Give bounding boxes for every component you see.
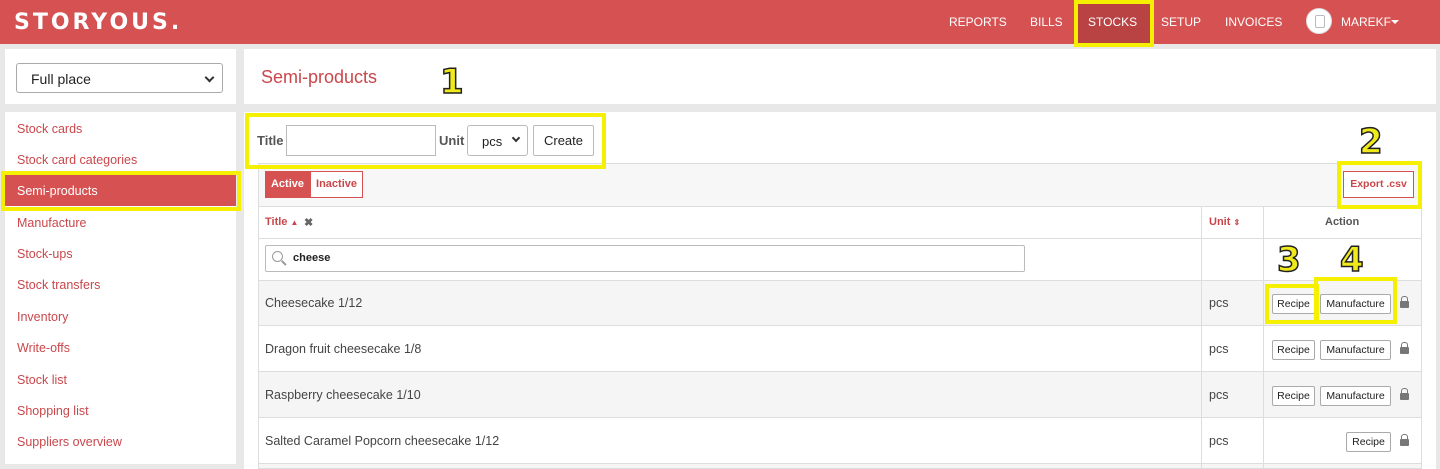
lock-icon[interactable] [1400,388,1409,400]
row-2-title[interactable]: Dragon fruit cheesecake 1/8 [265,342,421,356]
title-panel [244,49,1436,104]
annotation-number-3: 3 [1276,240,1301,280]
user-menu[interactable]: MAREKF [1341,0,1391,44]
row-2-unit: pcs [1209,342,1229,356]
lock-icon[interactable] [1400,342,1409,354]
nav-setup[interactable]: SETUP [1161,0,1201,44]
table-toolbar [259,164,1421,206]
sidebar-item-inventory[interactable]: Inventory [17,310,68,324]
place-select[interactable]: Full place [16,63,223,93]
column-divider [1201,207,1202,469]
sidebar-item-shopping-list[interactable]: Shopping list [17,404,89,418]
column-divider [1263,207,1264,469]
row-2-recipe-button[interactable]: Recipe [1272,340,1315,360]
row-4-unit: pcs [1209,434,1229,448]
sidebar-item-stock-transfers[interactable]: Stock transfers [17,278,100,292]
annotation-number-1: 1 [439,62,464,102]
sidebar-item-stock-list[interactable]: Stock list [17,373,67,387]
row-4-recipe-button[interactable]: Recipe [1346,432,1391,452]
sort-icon: ⇕ [1233,218,1241,227]
annotation-number-2: 2 [1358,122,1383,162]
user-avatar-icon[interactable] [1306,8,1332,34]
title-search-input[interactable] [265,245,1025,272]
top-navbar: STORYOUS. REPORTS BILLS STOCKS SETUP INV… [0,0,1440,44]
unit-label: Unit [439,133,465,148]
filter-inactive-button[interactable]: Inactive [310,171,363,198]
row-1-recipe-button[interactable]: Recipe [1272,294,1315,314]
export-csv-button[interactable]: Export .csv [1343,171,1414,198]
lock-icon[interactable] [1400,296,1409,308]
chevron-down-icon [511,133,521,143]
divider [259,463,1421,464]
sidebar-item-manufacture[interactable]: Manufacture [17,216,86,230]
column-header-action: Action [1325,216,1360,228]
sidebar-item-write-offs[interactable]: Write-offs [17,341,70,355]
create-button[interactable]: Create [533,125,594,156]
row-3-recipe-button[interactable]: Recipe [1272,386,1315,406]
table-row [259,326,1421,371]
storyous-logo[interactable]: STORYOUS. [14,10,182,35]
nav-bills[interactable]: BILLS [1030,0,1063,44]
search-value: cheese [293,252,331,264]
divider [259,280,1421,281]
annotation-number-4: 4 [1339,240,1364,280]
nav-reports[interactable]: REPORTS [949,0,1007,44]
unit-select-value: pcs [482,134,503,149]
lock-icon[interactable] [1400,434,1409,446]
sidebar-item-stock-card-categories[interactable]: Stock card categories [17,153,137,167]
row-4-title[interactable]: Salted Caramel Popcorn cheesecake 1/12 [265,434,499,448]
row-3-unit: pcs [1209,388,1229,402]
row-3-title[interactable]: Raspberry cheesecake 1/10 [265,388,421,402]
sort-asc-icon: ▲ [290,218,299,227]
sidebar-item-stock-ups[interactable]: Stock-ups [17,247,73,261]
clear-sort-icon[interactable]: ✖ [304,216,313,229]
page-title: Semi-products [261,67,378,87]
divider [259,371,1421,372]
chevron-down-icon[interactable] [1391,20,1399,24]
place-select-value: Full place [31,71,91,87]
row-2-manufacture-button[interactable]: Manufacture [1320,340,1391,360]
column-header-title[interactable]: Title ▲ [265,216,298,228]
sidebar-item-stock-cards[interactable]: Stock cards [17,122,82,136]
nav-invoices[interactable]: INVOICES [1225,0,1282,44]
column-unit-label: Unit [1209,216,1231,228]
row-1-unit: pcs [1209,296,1229,310]
unit-select[interactable]: pcs [467,125,528,156]
sidebar-item-semi-products[interactable]: Semi-products [17,184,98,198]
sidebar-item-suppliers-overview[interactable]: Suppliers overview [17,435,122,449]
nav-stocks[interactable]: STOCKS [1088,0,1137,44]
row-3-manufacture-button[interactable]: Manufacture [1320,386,1391,406]
row-1-manufacture-button[interactable]: Manufacture [1320,294,1391,314]
row-1-title[interactable]: Cheesecake 1/12 [265,296,362,310]
column-title-label: Title [265,216,288,228]
table-header [259,207,1421,238]
title-input[interactable] [286,125,436,156]
title-label: Title [257,133,284,148]
column-header-unit[interactable]: Unit ⇕ [1209,216,1240,228]
chevron-down-icon [204,72,215,83]
filter-active-button[interactable]: Active [265,171,310,198]
